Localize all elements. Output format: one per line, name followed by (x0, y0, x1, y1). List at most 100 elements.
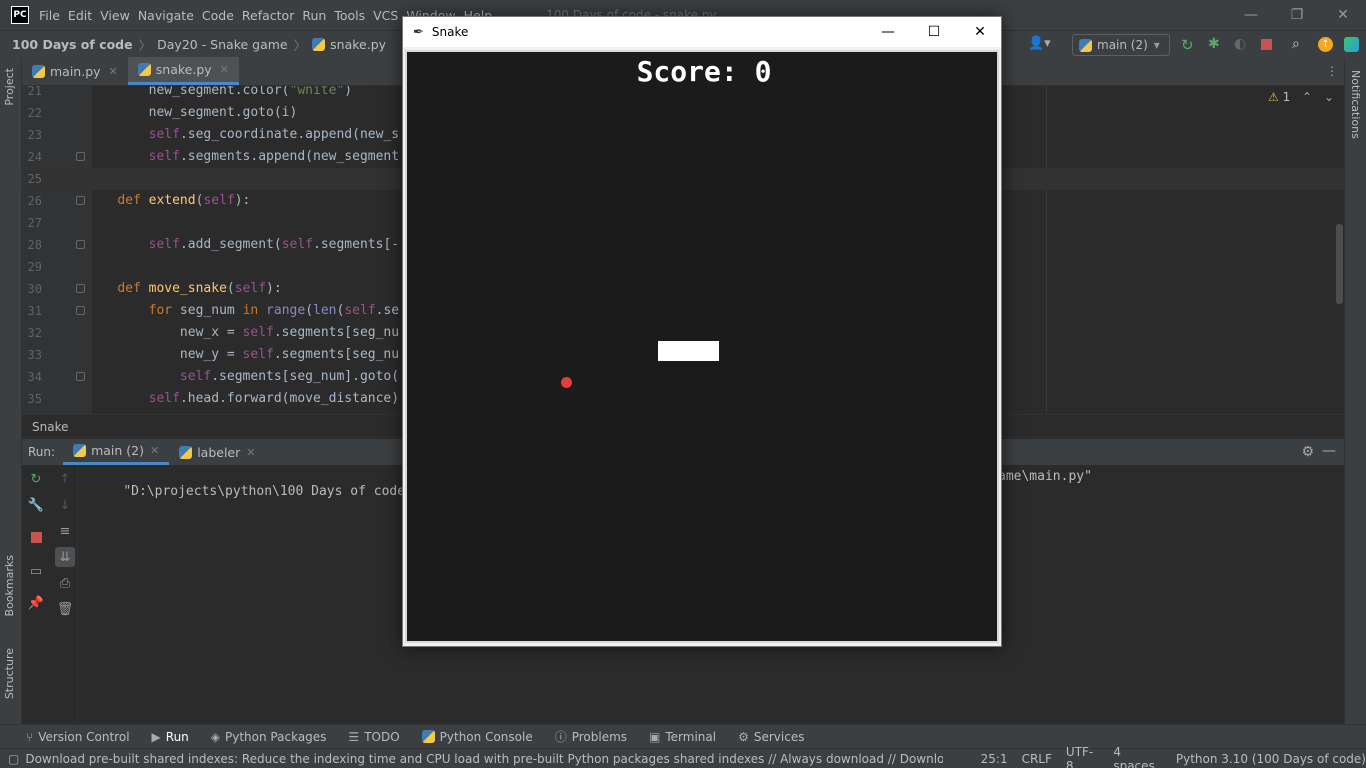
tool-label: Version Control (38, 729, 130, 744)
play-icon: ▶ (151, 729, 161, 744)
debug-icon[interactable]: ✱ (1208, 36, 1220, 52)
interpreter[interactable]: Python 3.10 (100 Days of code) (1176, 752, 1366, 766)
tool-label: Python Console (439, 729, 533, 744)
run-config-label: main (2) (1097, 38, 1148, 52)
tab-main-py[interactable]: main.py ✕ (22, 57, 128, 85)
down-arrow-icon[interactable]: ↓ (55, 495, 75, 515)
wrench-icon[interactable]: 🔧 (26, 495, 46, 515)
hide-panel-icon[interactable]: — (1322, 443, 1336, 459)
menu-file[interactable]: File (39, 8, 68, 23)
snake-maximize-button[interactable]: ☐ (911, 17, 957, 47)
python-console-button[interactable]: Python Console (421, 729, 533, 744)
up-arrow-icon[interactable]: ↑ (55, 469, 75, 489)
more-tabs-icon[interactable]: ⋮ (1326, 64, 1338, 78)
project-tool-button[interactable]: Project (3, 68, 16, 106)
line-number: 34 (27, 370, 42, 384)
caret-position[interactable]: 25:1 (981, 752, 1008, 766)
run-tab-labeler[interactable]: labeler ✕ (169, 439, 265, 465)
terminal-button[interactable]: ▣ Terminal (649, 730, 716, 744)
terminal-icon: ▣ (649, 729, 661, 744)
problems-button[interactable]: ⓘ Problems (555, 728, 627, 745)
scroll-to-end-icon[interactable]: ⇊ (55, 547, 75, 567)
run-panel-label: Run: (28, 445, 56, 459)
rerun-icon[interactable]: ↻ (1181, 36, 1194, 54)
notifications-tool-button[interactable]: Notifications (1349, 70, 1362, 139)
search-icon[interactable]: ⌕ (1292, 36, 1300, 52)
trash-icon[interactable]: 🗑 (55, 599, 75, 619)
code-text: new_segment.goto(i) (86, 105, 298, 120)
pin-icon[interactable]: 📌 (26, 593, 46, 613)
breadcrumb-project[interactable]: 100 Days of code (12, 37, 133, 52)
menu-view[interactable]: View (100, 8, 138, 23)
fold-icon[interactable] (76, 284, 85, 293)
soft-wrap-icon[interactable]: ≡ (55, 521, 75, 541)
run-tab-label: labeler (197, 444, 241, 460)
breadcrumb-folder[interactable]: Day20 - Snake game (157, 37, 287, 52)
stop-icon[interactable] (26, 527, 46, 547)
plugin-icon[interactable] (1344, 37, 1359, 52)
ide-close-button[interactable]: ✕ (1320, 0, 1366, 30)
print-icon[interactable]: ⎙ (55, 573, 75, 593)
chevron-up-icon[interactable]: ⌃ (1302, 90, 1312, 104)
chevron-right-icon: 〉 (138, 38, 152, 53)
food-dot (561, 377, 572, 388)
coverage-icon[interactable]: ◐ (1234, 36, 1246, 52)
menu-tools[interactable]: Tools (334, 8, 373, 23)
tab-snake-py[interactable]: snake.py ✕ (127, 57, 239, 85)
ide-restore-button[interactable]: ❐ (1274, 0, 1320, 30)
fold-icon[interactable] (76, 152, 85, 161)
indent-setting[interactable]: 4 spaces (1113, 745, 1164, 768)
game-canvas[interactable]: Score: 0 (405, 50, 999, 643)
structure-tool-button[interactable]: Structure (3, 648, 16, 699)
close-icon[interactable]: ✕ (220, 63, 229, 76)
inspection-widget[interactable]: ⚠ 1 ⌃ ⌄ (1268, 90, 1334, 104)
code-text: new_x = self.segments[seg_nu (86, 325, 400, 340)
version-control-button[interactable]: ⑂ Version Control (26, 730, 130, 744)
menu-navigate[interactable]: Navigate (138, 8, 202, 23)
line-number: 26 (27, 194, 42, 208)
menu-refactor[interactable]: Refactor (242, 8, 302, 23)
user-icon[interactable]: 👤▾ (1028, 36, 1051, 51)
fold-icon[interactable] (76, 196, 85, 205)
update-icon[interactable]: ↑ (1318, 37, 1333, 52)
tool-label: Terminal (665, 729, 717, 744)
bookmarks-tool-button[interactable]: Bookmarks (3, 555, 16, 616)
close-icon[interactable]: ✕ (109, 65, 118, 78)
python-packages-button[interactable]: ◈ Python Packages (211, 730, 327, 744)
layout-icon[interactable]: ▭ (26, 561, 46, 581)
warning-icon: ⚠ (1267, 90, 1279, 104)
close-icon[interactable]: ✕ (150, 444, 159, 457)
snake-window-title-bar[interactable]: ✒ Snake — ☐ ✕ (403, 17, 1001, 47)
ide-minimize-button[interactable]: — (1228, 0, 1274, 30)
editor-scrollbar[interactable] (1336, 224, 1343, 304)
fold-icon[interactable] (76, 306, 85, 315)
fold-icon[interactable] (76, 372, 85, 381)
menu-edit[interactable]: Edit (68, 8, 100, 23)
right-tool-strip: Notifications (1344, 58, 1366, 724)
services-button[interactable]: ⚙ Services (738, 730, 804, 744)
line-separator[interactable]: CRLF (1022, 752, 1052, 766)
stop-icon[interactable] (1261, 39, 1272, 50)
python-file-icon (32, 64, 45, 78)
status-message[interactable]: Download pre-built shared indexes: Reduc… (25, 752, 942, 766)
line-number: 35 (27, 392, 42, 406)
run-tab-main[interactable]: main (2) ✕ (63, 439, 170, 465)
chevron-down-icon[interactable]: ⌄ (1324, 90, 1334, 104)
snake-minimize-button[interactable]: — (865, 17, 911, 47)
close-icon[interactable]: ✕ (246, 446, 255, 459)
package-icon: ◈ (210, 729, 221, 744)
gear-icon[interactable]: ⚙ (1301, 444, 1314, 460)
rerun-icon[interactable]: ↻ (26, 469, 46, 489)
snake-close-button[interactable]: ✕ (957, 17, 1003, 47)
menu-run[interactable]: Run (302, 8, 334, 23)
run-config-dropdown[interactable]: main (2) ▾ (1072, 34, 1170, 56)
fold-icon[interactable] (76, 240, 85, 249)
list-icon: ☰ (348, 729, 360, 744)
todo-button[interactable]: ☰ TODO (348, 730, 399, 744)
menu-code[interactable]: Code (202, 8, 242, 23)
tool-label: Python Packages (225, 729, 327, 744)
file-encoding[interactable]: UTF-8 (1066, 745, 1099, 768)
breadcrumb-file[interactable]: snake.py (330, 37, 386, 52)
run-button[interactable]: ▶ Run (152, 730, 189, 744)
tool-label: Problems (571, 729, 628, 744)
